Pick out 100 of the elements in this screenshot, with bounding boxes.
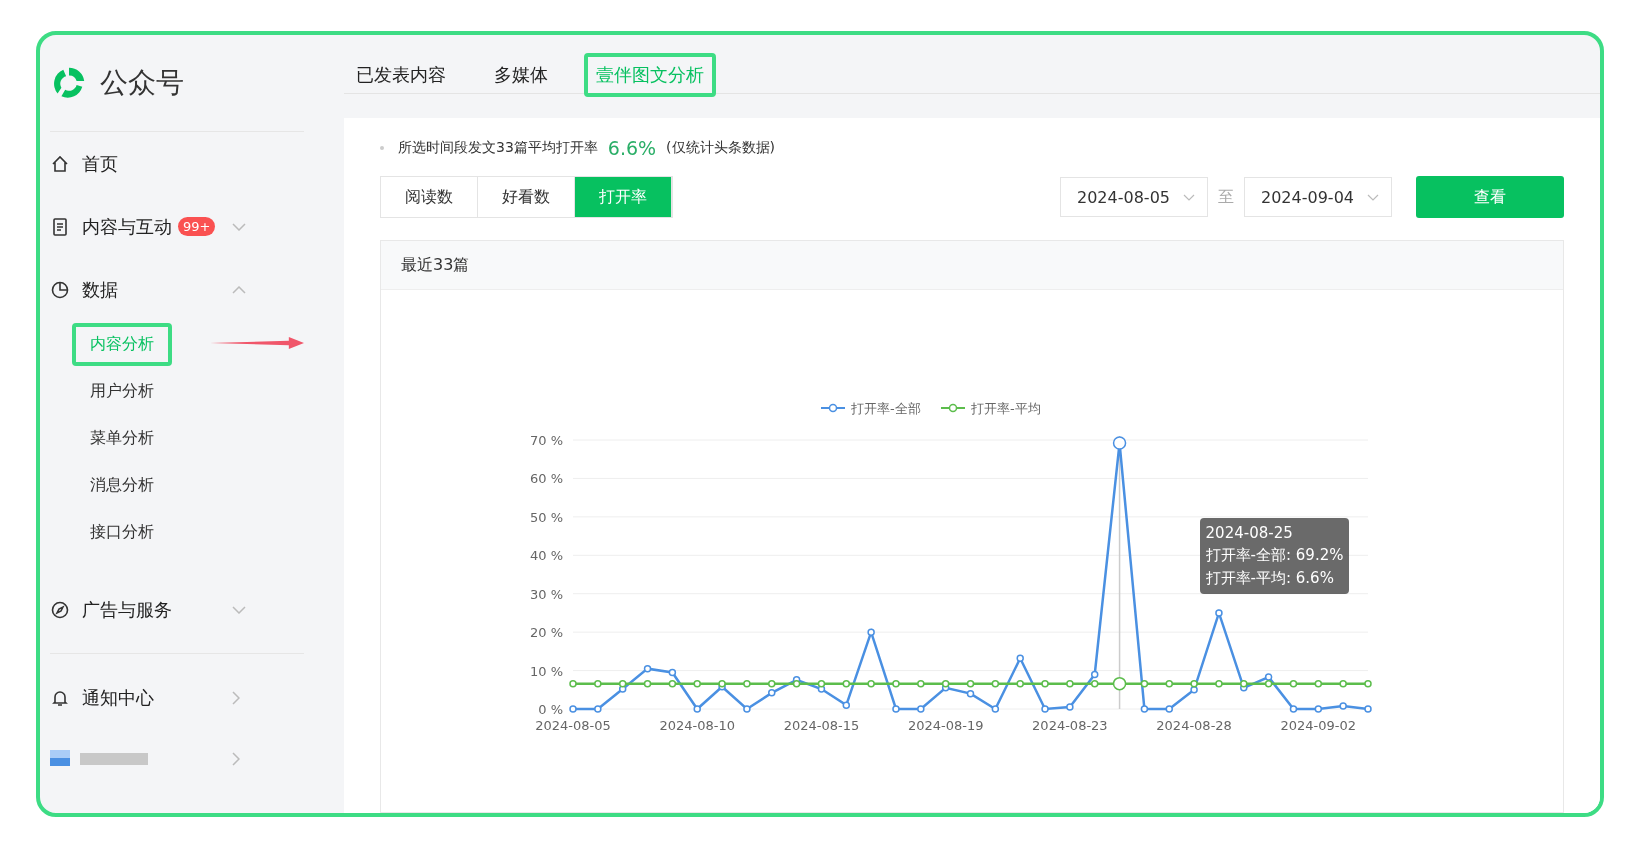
- chevron-down-icon: [232, 605, 246, 614]
- x-axis-label: 2024-08-19: [907, 718, 984, 733]
- data-point: [1165, 705, 1173, 713]
- compass-icon: [50, 599, 70, 620]
- summary-text: 所选时间段发文33篇平均打开率: [398, 139, 598, 157]
- submenu-item[interactable]: 接口分析: [72, 511, 172, 554]
- submenu-item[interactable]: 消息分析: [72, 464, 172, 507]
- data-point: [867, 628, 875, 636]
- submenu-item[interactable]: 用户分析: [72, 370, 172, 413]
- top-tab[interactable]: 已发表内容: [344, 53, 458, 97]
- legend-item[interactable]: 打开率-全部: [820, 401, 921, 416]
- average-open-rate: 6.6%: [607, 137, 657, 159]
- data-point: [1215, 609, 1223, 617]
- legend-item[interactable]: 打开率-平均: [940, 401, 1041, 416]
- data-point: [867, 679, 875, 688]
- data-point: [743, 679, 751, 688]
- data-point: [594, 679, 602, 688]
- x-axis-label: 2024-08-05: [535, 718, 611, 733]
- x-axis-label: 2024-08-28: [1156, 718, 1232, 733]
- metric-tab[interactable]: 阅读数: [381, 177, 478, 217]
- data-point: [668, 679, 677, 688]
- data-point: [693, 705, 701, 713]
- data-point: [792, 679, 801, 688]
- data-point: [1066, 703, 1074, 711]
- data-point: [1339, 679, 1347, 688]
- y-axis-label: 10 %: [529, 663, 563, 679]
- data-point: [594, 705, 602, 713]
- data-point: [842, 701, 851, 709]
- data-point: [643, 664, 652, 673]
- y-axis-label: 20 %: [529, 625, 563, 641]
- document-icon: [50, 216, 70, 237]
- sidebar-item[interactable]: 首页: [50, 132, 304, 195]
- x-axis-label: 2024-08-23: [1032, 718, 1108, 733]
- data-point: [1041, 679, 1049, 688]
- top-tab[interactable]: 多媒体: [482, 53, 560, 97]
- tooltip-date: 2024-08-25: [1205, 524, 1294, 542]
- chevron-right-icon: [232, 752, 240, 766]
- data-point: [966, 689, 975, 698]
- y-axis-label: 0 %: [538, 702, 563, 717]
- data-point: [1066, 679, 1074, 688]
- x-axis-label: 2024-08-10: [659, 718, 735, 733]
- data-point: [569, 705, 577, 713]
- data-point: [569, 679, 577, 688]
- data-point: [1016, 679, 1024, 688]
- logo-text: 公众号: [100, 65, 184, 101]
- data-point: [1140, 679, 1149, 688]
- data-point: [842, 679, 851, 688]
- data-point: [1289, 705, 1298, 713]
- tooltip-value: 打开率-平均: 6.6%: [1205, 569, 1335, 588]
- summary-note: (仅统计头条数据): [666, 139, 776, 157]
- chevron-right-icon: [232, 690, 240, 705]
- legend-label: 打开率-平均: [970, 401, 1041, 416]
- data-point: [941, 679, 950, 688]
- data-point: [1339, 702, 1347, 710]
- data-point: [1016, 654, 1024, 662]
- sidebar-item[interactable]: 数据: [50, 258, 304, 321]
- y-axis-label: 40 %: [529, 548, 563, 564]
- data-point: [643, 679, 652, 688]
- data-point: [1364, 679, 1372, 688]
- data-point: [892, 679, 900, 688]
- data-point: [1314, 705, 1323, 713]
- submenu-item[interactable]: 菜单分析: [72, 417, 172, 460]
- data-point: [1289, 679, 1298, 688]
- data-point: [1165, 679, 1173, 688]
- data-point: [1364, 705, 1372, 713]
- tooltip-value: 打开率-全部: 69.2%: [1205, 546, 1344, 565]
- y-axis-label: 50 %: [529, 509, 563, 525]
- panel-title: 最近33篇: [401, 254, 470, 276]
- y-axis-label: 60 %: [529, 471, 563, 487]
- sidebar-item[interactable]: 内容与互动 99+: [50, 195, 304, 258]
- data-point: [1140, 705, 1149, 713]
- data-point: [991, 679, 1000, 688]
- data-point: [693, 679, 701, 688]
- data-point: [1112, 436, 1127, 450]
- data-point: [1041, 705, 1049, 713]
- data-point: [1112, 676, 1127, 691]
- x-axis-label: 2024-08-15: [783, 718, 860, 733]
- data-point: [1314, 679, 1323, 688]
- legend-label: 打开率-全部: [850, 401, 921, 416]
- y-axis-label: 30 %: [529, 586, 563, 602]
- chevron-up-icon: [232, 285, 246, 294]
- data-point: [743, 705, 751, 713]
- date-separator: 至: [1218, 186, 1234, 208]
- data-point: [618, 679, 627, 688]
- sidebar-item[interactable]: 广告与服务: [50, 578, 304, 641]
- data-point: [1090, 679, 1099, 688]
- chevron-down-icon: [232, 222, 246, 231]
- pie-chart-icon: [50, 279, 70, 300]
- start-date-picker[interactable]: 2024-08-05: [1060, 177, 1208, 217]
- data-point: [917, 705, 925, 713]
- count-badge: 99+: [178, 217, 216, 236]
- data-point: [1215, 679, 1223, 688]
- sidebar-item[interactable]: 通知中心: [50, 666, 304, 729]
- data-point: [668, 668, 677, 677]
- data-point: [892, 705, 900, 713]
- data-point: [817, 679, 826, 688]
- x-axis-label: 2024-09-02: [1280, 718, 1357, 733]
- end-date-picker[interactable]: 2024-09-04: [1244, 177, 1392, 217]
- data-point: [991, 705, 1000, 713]
- chevron-down-icon: [1183, 193, 1195, 201]
